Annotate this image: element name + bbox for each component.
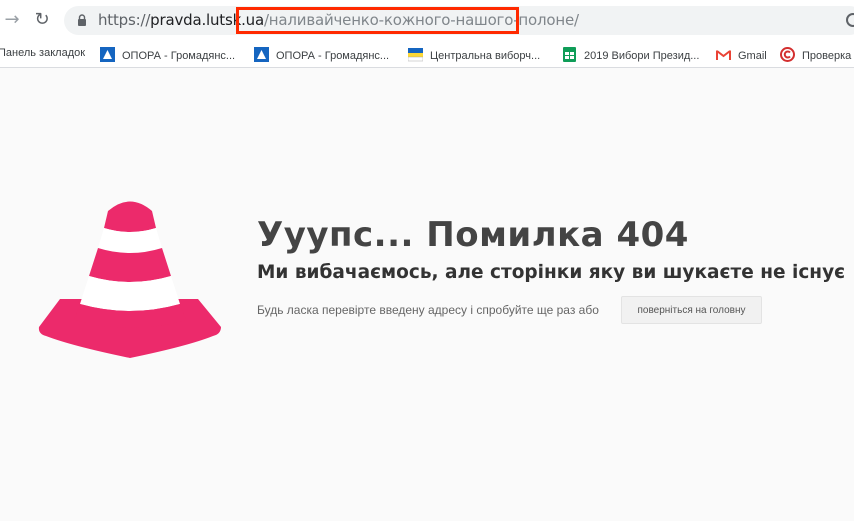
bookmark-opora-2[interactable]: ОПОРА - Громадянс... [254, 47, 389, 62]
bookmark-gmail[interactable]: Gmail [716, 47, 767, 62]
sheets-icon [563, 47, 576, 62]
copyright-icon [780, 47, 795, 62]
bookmark-elections-2019[interactable]: 2019 Вибори Презид... [562, 47, 699, 62]
bookmark-proverka[interactable]: Проверка [780, 47, 851, 62]
traffic-cone-icon [38, 201, 222, 358]
bookmark-label: ОПОРА - Громадянс... [122, 50, 236, 62]
bookmark-label: Центральна виборч... [430, 50, 541, 62]
bookmark-label: ОПОРА - Громадянс... [276, 50, 390, 62]
bookmark-cvk[interactable]: Центральна виборч... [408, 47, 540, 62]
zoom-icon[interactable] [846, 13, 854, 27]
reload-icon[interactable]: ↻ [32, 10, 52, 30]
bookmarks-bar: Панель закладок ОПОРА - Громадянс... ОПО… [0, 40, 854, 68]
bookmark-label: Проверка [802, 50, 852, 62]
gmail-icon [716, 50, 731, 60]
url-scheme: https:// [98, 11, 151, 29]
bookmark-opora-1[interactable]: ОПОРА - Громадянс... [100, 47, 235, 62]
error-subtitle: Ми вибачаємось, але сторінки яку ви шука… [257, 262, 846, 283]
bookmark-bar-folder[interactable]: Панель закладок [0, 47, 85, 59]
bookmark-label: Панель закладок [0, 47, 86, 59]
opora-logo-icon [100, 47, 115, 62]
browser-toolbar: → ↻ https://pravda.lutsk.ua/наливайченко… [0, 0, 854, 40]
url-path-highlight-box [236, 7, 519, 34]
bookmark-label: Gmail [738, 50, 767, 62]
forward-arrow-icon[interactable]: → [2, 10, 22, 30]
error-note: Будь ласка перевірте введену адресу і сп… [257, 303, 599, 317]
error-title: Ууупс... Помилка 404 [257, 215, 689, 255]
opora-logo-icon [254, 47, 269, 62]
go-home-button[interactable]: поверніться на головну [621, 296, 762, 324]
bookmark-label: 2019 Вибори Презид... [584, 50, 700, 62]
lock-icon [78, 14, 86, 26]
cvk-flag-icon [408, 48, 423, 62]
